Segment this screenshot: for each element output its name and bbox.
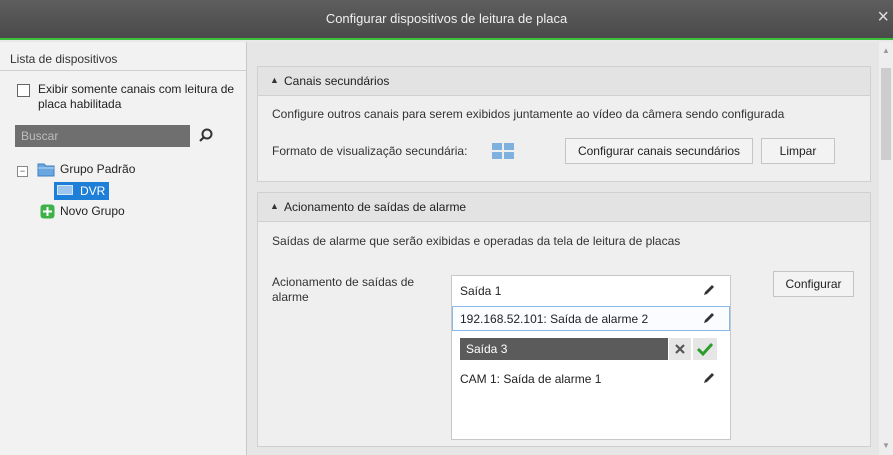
- alarm-name-edit-input[interactable]: [460, 338, 668, 360]
- collapse-triangle-icon: ▲: [270, 201, 279, 211]
- edit-icon[interactable]: [702, 371, 716, 385]
- configure-secondary-channels-button[interactable]: Configurar canais secundários: [565, 138, 753, 164]
- list-item[interactable]: Saída 1: [452, 278, 730, 303]
- list-item-label: Saída 1: [460, 284, 502, 298]
- dvr-icon: [57, 185, 73, 195]
- folder-icon: [37, 162, 55, 177]
- tree-item-dvr[interactable]: DVR: [54, 182, 109, 200]
- secondary-channels-description: Configure outros canais para serem exibi…: [272, 107, 785, 121]
- list-item[interactable]: CAM 1: Saída de alarme 1: [452, 366, 730, 391]
- vertical-scrollbar[interactable]: ▲ ▼: [879, 42, 893, 455]
- list-item-label: CAM 1: Saída de alarme 1: [460, 372, 602, 386]
- tree-item-dvr-label: DVR: [80, 184, 106, 198]
- search-icon[interactable]: [196, 126, 216, 146]
- alarm-outputs-title: Acionamento de saídas de alarme: [284, 200, 467, 214]
- edit-icon[interactable]: [702, 283, 716, 297]
- device-list-header: Lista de dispositivos: [10, 52, 118, 66]
- grid-layout-icon[interactable]: [492, 143, 514, 159]
- scrollbar-thumb[interactable]: [881, 68, 891, 160]
- secondary-channels-title: Canais secundários: [284, 74, 390, 88]
- divider: [0, 70, 246, 71]
- search-input[interactable]: [15, 125, 190, 147]
- alarm-outputs-header[interactable]: ▲ Acionamento de saídas de alarme: [258, 193, 870, 222]
- clear-button[interactable]: Limpar: [761, 138, 835, 164]
- confirm-edit-icon[interactable]: [693, 338, 717, 360]
- config-panel: ▲ Canais secundários Configure outros ca…: [247, 42, 893, 455]
- edit-icon[interactable]: [702, 311, 716, 325]
- cancel-edit-icon[interactable]: [669, 338, 691, 360]
- window-title: Configurar dispositivos de leitura de pl…: [325, 11, 568, 26]
- only-plate-channels-checkbox[interactable]: [17, 84, 30, 97]
- configure-alarm-button[interactable]: Configurar: [773, 271, 854, 297]
- add-group-icon[interactable]: [40, 204, 55, 219]
- device-list-panel: Lista de dispositivos Exibir somente can…: [0, 42, 247, 455]
- tree-new-group[interactable]: Novo Grupo: [60, 204, 125, 218]
- scroll-up-icon[interactable]: ▲: [881, 46, 891, 56]
- close-icon[interactable]: ×: [877, 6, 889, 29]
- secondary-channels-header[interactable]: ▲ Canais secundários: [258, 67, 870, 96]
- list-item[interactable]: 192.168.52.101: Saída de alarme 2: [452, 306, 730, 331]
- only-plate-channels-label[interactable]: Exibir somente canais com leitura de pla…: [38, 82, 238, 112]
- collapse-triangle-icon: ▲: [270, 75, 279, 85]
- tree-group-default[interactable]: Grupo Padrão: [60, 162, 135, 176]
- alarm-outputs-description: Saídas de alarme que serão exibidas e op…: [272, 234, 681, 248]
- title-bar: Configurar dispositivos de leitura de pl…: [0, 0, 893, 40]
- scroll-down-icon[interactable]: ▼: [881, 441, 891, 451]
- alarm-outputs-field-label: Acionamento de saídas de alarme: [272, 275, 415, 304]
- list-item-label: 192.168.52.101: Saída de alarme 2: [460, 312, 649, 326]
- secondary-channels-section: ▲ Canais secundários Configure outros ca…: [257, 66, 871, 182]
- collapse-icon[interactable]: −: [17, 166, 28, 177]
- alarm-outputs-list: Saída 1 192.168.52.101: Saída de alarme …: [451, 275, 731, 440]
- secondary-format-label: Formato de visualização secundária:: [272, 144, 468, 158]
- alarm-outputs-section: ▲ Acionamento de saídas de alarme Saídas…: [257, 192, 871, 447]
